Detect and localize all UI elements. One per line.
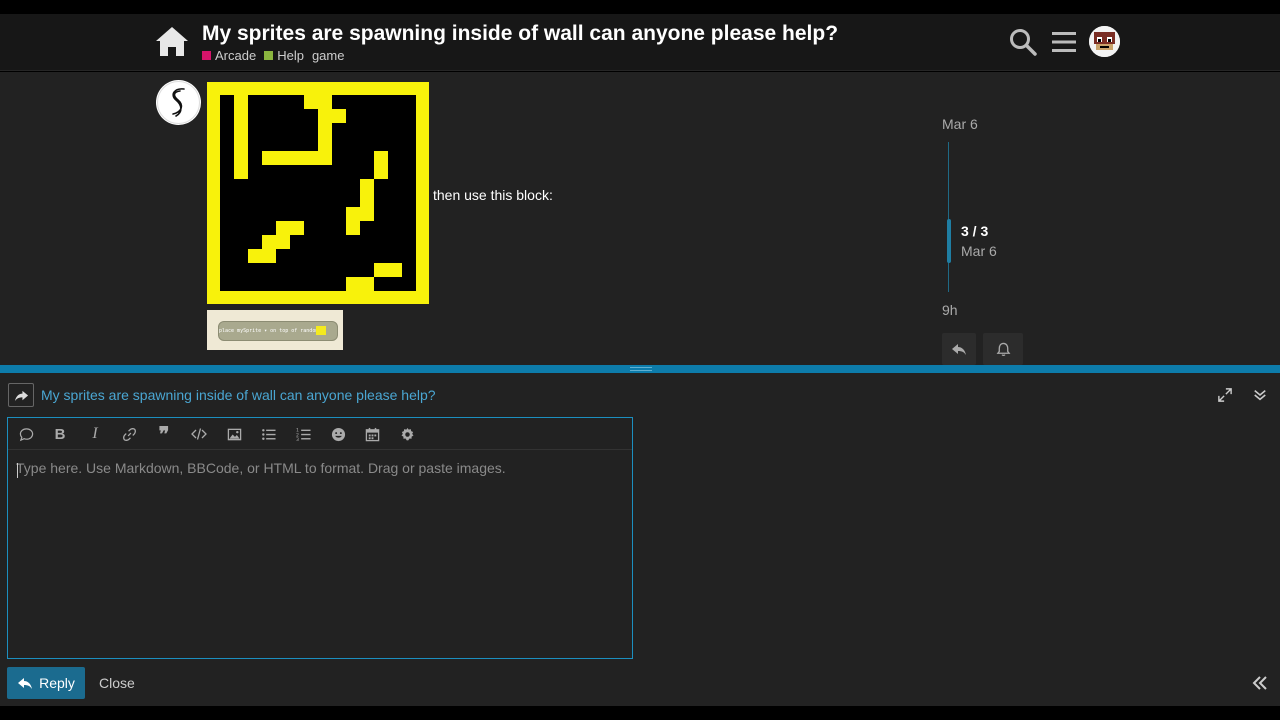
timeline-reply-button[interactable] [942,333,976,365]
timeline-end-date[interactable]: 9h [942,302,958,318]
topic-title[interactable]: My sprites are spawning inside of wall c… [202,22,838,46]
category-label: Help [277,48,304,63]
bold-icon[interactable]: B [49,424,71,444]
category-label: Arcade [215,48,257,63]
poster-avatar[interactable] [156,80,201,125]
reply-icon [18,678,33,689]
top-letterbox [0,0,1280,14]
bullet-list-icon[interactable] [257,424,279,444]
bottom-letterbox [0,706,1280,720]
reply-button[interactable]: Reply [7,667,85,699]
timeline-track [948,142,949,292]
post-body-text: then use this block: [433,187,553,203]
link-icon[interactable] [118,424,140,444]
home-icon[interactable] [154,24,190,60]
category-help[interactable]: Help [264,48,304,63]
code-block-label: place mySprite ▾ on top of random [219,328,319,334]
user-avatar[interactable] [1089,26,1120,57]
reply-to-topic-link[interactable]: My sprites are spawning inside of wall c… [41,387,436,403]
fullscreen-icon[interactable] [1215,385,1235,405]
timeline-position: 3 / 3 [961,223,989,239]
close-button[interactable]: Close [99,675,135,691]
numbered-list-icon[interactable]: 123 [292,424,314,444]
minimize-chevron-icon[interactable] [1250,385,1270,405]
reply-action-dropdown[interactable] [8,383,34,407]
grip-lines [630,367,652,371]
code-block-color-swatch [316,326,326,335]
reply-icon [952,344,966,355]
notifications-button[interactable] [983,333,1023,365]
timeline-position-date: Mar 6 [961,243,997,259]
bell-icon [996,342,1010,356]
blockquote-icon[interactable]: ❞ [153,422,175,446]
reply-button-label: Reply [39,675,75,691]
site-header: My sprites are spawning inside of wall c… [0,14,1280,71]
share-arrow-icon [14,390,28,401]
category-color-swatch [264,51,274,60]
tag-game[interactable]: game [312,48,345,63]
code-icon[interactable] [188,424,210,444]
maze-tilemap-image [207,82,429,304]
text-cursor [17,463,18,478]
topic-categories: Arcade Help game [202,48,344,63]
italic-icon[interactable]: I [84,424,106,444]
timeline-scroll-handle[interactable] [947,219,951,263]
search-icon[interactable] [1009,28,1037,56]
composer-editor: B I ❞ 123 [7,417,633,659]
category-arcade[interactable]: Arcade [202,48,256,63]
collapse-double-chevron-icon[interactable] [1250,673,1270,693]
image-upload-icon[interactable] [223,424,245,444]
emoji-icon[interactable] [327,424,349,444]
svg-text:3: 3 [296,437,299,442]
category-color-swatch [202,51,211,60]
hamburger-menu-icon[interactable] [1051,29,1077,55]
quote-bubble-icon[interactable] [15,424,37,444]
calendar-icon[interactable] [361,424,383,444]
editor-toolbar: B I ❞ 123 [8,418,632,450]
timeline-start-date[interactable]: Mar 6 [942,116,978,132]
reply-textarea[interactable] [16,460,622,650]
settings-gear-icon[interactable] [396,424,418,444]
